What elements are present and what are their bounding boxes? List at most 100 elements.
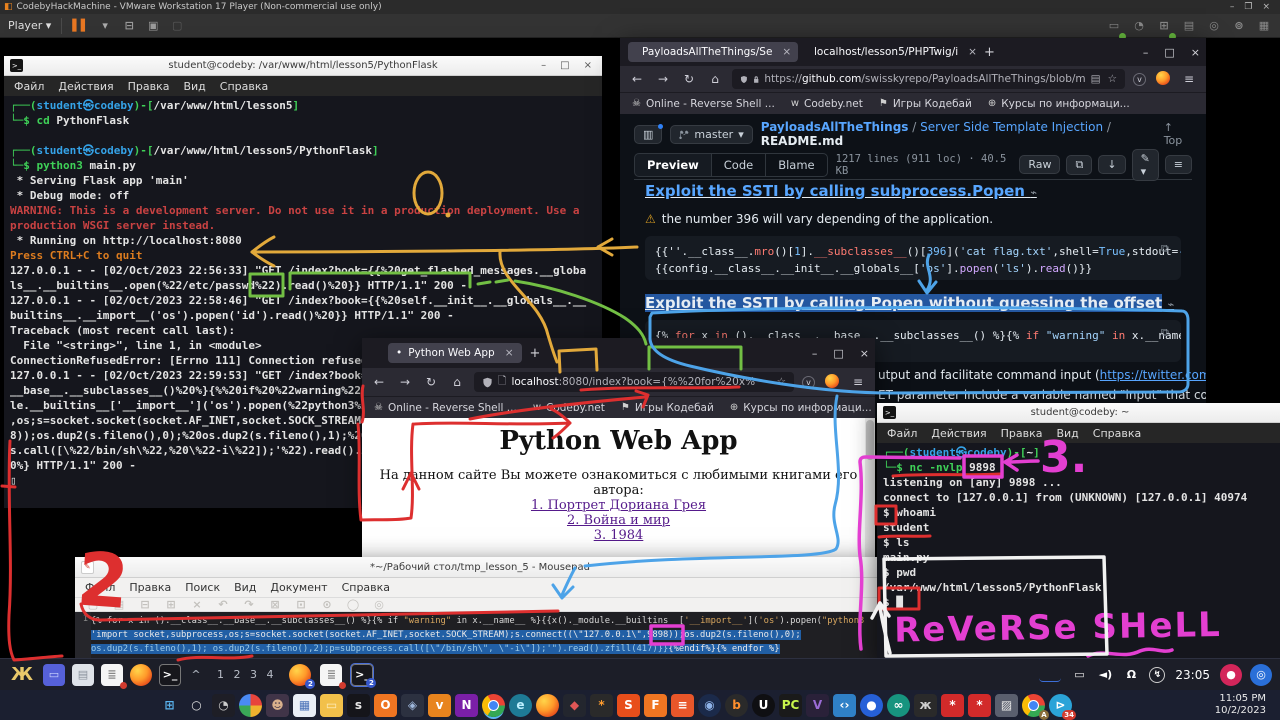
mousepad-text-area[interactable]: 1 {% for x in ().__class__.__base__.__su… — [75, 612, 885, 658]
firefox-launcher-icon[interactable] — [130, 664, 152, 686]
bookmark-courses[interactable]: ⊕Курсы по информаци... — [988, 98, 1130, 110]
display-settings-icon[interactable]: ▭ — [1071, 664, 1087, 686]
task-mousepad[interactable]: ≣ — [320, 664, 342, 686]
volume-icon[interactable]: ◄) — [1097, 664, 1113, 686]
bookmark-online-reverse-shell[interactable]: ☠Online - Reverse Shell ... — [632, 98, 775, 110]
reload-icon[interactable]: ↻ — [422, 375, 440, 389]
tab-blame[interactable]: Blame — [765, 153, 827, 177]
anchor-link-icon[interactable]: ⌁ — [1030, 186, 1037, 199]
copy-code-icon[interactable]: ⧉ — [1161, 326, 1198, 340]
portrait-app-icon[interactable]: ☻ — [266, 694, 289, 717]
menu-item[interactable]: Действия — [931, 427, 986, 440]
chrome-icon[interactable] — [482, 694, 505, 717]
reader-mode-icon[interactable]: ▤ — [1091, 73, 1101, 85]
camera-app-icon[interactable]: ◉ — [698, 694, 721, 717]
close-button[interactable]: × — [1191, 46, 1200, 59]
photos-app-icon[interactable]: ▨ — [995, 694, 1018, 717]
f-app-icon[interactable]: F — [644, 694, 667, 717]
unity-mode-icon[interactable]: ▢ — [169, 15, 185, 37]
tab-preview[interactable]: Preview — [634, 153, 711, 177]
virtualbox-icon[interactable]: ◈ — [401, 694, 424, 717]
notifications-bell-icon[interactable]: Ω — [1123, 664, 1139, 686]
back-to-top-link[interactable]: ↑ Top — [1164, 121, 1192, 147]
book-link-1[interactable]: 1. Портрет Дориана Грея — [531, 498, 706, 513]
dev-tool-app-icon[interactable]: ◆ — [563, 694, 586, 717]
url-bar[interactable]: 🗋 localhost:8080/index?book={%%20for%20x… — [474, 372, 794, 392]
terminal-flask-title-bar[interactable]: >_ student@codeby: /var/www/html/lesson5… — [4, 56, 602, 76]
branch-selector[interactable]: master ▾ — [670, 125, 752, 144]
bookmark-codeby[interactable]: wCodeby.net — [791, 98, 863, 110]
menu-item[interactable]: Файл — [887, 427, 917, 440]
home-icon[interactable]: ⌂ — [706, 72, 724, 86]
vm-settings-device-icon[interactable]: ▦ — [1256, 15, 1272, 37]
breadcrumb-repo[interactable]: PayloadsAllTheThings — [761, 120, 909, 134]
bookmark-star-icon[interactable]: ☆ — [1108, 73, 1117, 85]
send-ctrl-alt-del-icon[interactable]: ⊟ — [121, 15, 137, 37]
edit-pencil-icon[interactable]: ✎ ▾ — [1132, 149, 1159, 181]
sidebar-toggle-icon[interactable]: ▥ — [634, 125, 662, 144]
calendar-app-icon[interactable]: ▦ — [293, 694, 316, 717]
flstudio-icon[interactable]: * — [590, 694, 613, 717]
windows-start-button[interactable]: ⊞ — [158, 694, 181, 717]
new-tab-button[interactable]: + — [530, 346, 541, 361]
twitter-link[interactable]: https://twitter.com/SecGus — [1100, 368, 1206, 382]
menu-hamburger-icon[interactable]: ≡ — [1180, 72, 1198, 86]
bookmark-codeby[interactable]: wCodeby.net — [533, 402, 605, 414]
anchor-link-icon[interactable]: ⌁ — [1167, 298, 1174, 311]
red-gear-app-icon[interactable]: * — [941, 694, 964, 717]
vmware-icon[interactable]: v — [428, 694, 451, 717]
pause-button[interactable]: ▌▌ — [72, 15, 89, 37]
forward-icon[interactable]: → — [654, 72, 672, 86]
unreal-engine-icon[interactable]: U — [752, 694, 775, 717]
onenote-icon[interactable]: N — [455, 694, 478, 717]
fullscreen-icon[interactable]: ▣ — [145, 15, 161, 37]
pycharm-icon[interactable]: PC — [779, 694, 802, 717]
power-manager-icon[interactable]: ↯ — [1149, 667, 1165, 683]
vmware-minimize-button[interactable]: – — [1230, 0, 1235, 14]
task-firefox[interactable]: 2 — [289, 664, 311, 686]
payload-text[interactable]: {% for x in ().__class__.__base__.__subc… — [91, 612, 885, 658]
copy-code-icon[interactable]: ⧉ — [1161, 242, 1198, 256]
menu-item[interactable]: Документ — [270, 581, 327, 594]
vmware-close-button[interactable]: × — [1262, 0, 1270, 14]
tab-localhost-phptwig[interactable]: localhost/lesson5/PHPTwig/i × — [806, 42, 976, 62]
menu-item[interactable]: Файл — [85, 581, 115, 594]
menu-item[interactable]: Поиск — [185, 581, 220, 594]
back-icon[interactable]: ← — [628, 72, 646, 86]
kali-machine-logo[interactable]: Ж — [8, 662, 36, 688]
copy-raw-icon[interactable]: ⧉ — [1066, 155, 1092, 175]
windows-search-icon[interactable]: ○ — [185, 694, 208, 717]
book-link-3[interactable]: 3. 1984 — [594, 528, 644, 543]
menu-item[interactable]: Справка — [1093, 427, 1141, 440]
minimize-button[interactable]: – — [1143, 46, 1149, 59]
cpu-graph-icon[interactable] — [1039, 668, 1061, 682]
bookmark-courses[interactable]: ⊕Курсы по информаци... — [730, 402, 872, 414]
mousepad-title-bar[interactable]: ✎ *~/Рабочий стол/tmp_lesson_5 - Mousepa… — [75, 557, 885, 578]
forward-icon[interactable]: → — [396, 375, 414, 389]
new-tab-button[interactable]: + — [984, 45, 995, 60]
terminal-launcher-icon[interactable]: >_ — [159, 664, 181, 686]
screen-lock-icon[interactable]: ● — [1220, 664, 1242, 686]
breadcrumb-folder[interactable]: Server Side Template Injection — [920, 120, 1103, 134]
page-scrollbar[interactable] — [865, 418, 875, 560]
close-button[interactable]: × — [584, 60, 592, 71]
menu-item[interactable]: Вид — [234, 581, 256, 594]
back-icon[interactable]: ← — [370, 375, 388, 389]
download-icon[interactable]: ↓ — [1098, 155, 1125, 174]
windows-clock[interactable]: 11:05 PM 10/2/2023 — [1215, 693, 1266, 717]
edge-icon[interactable]: e — [509, 694, 532, 717]
vm-clock-device-icon[interactable]: ◔ — [1131, 15, 1147, 37]
vm-sound-device-icon[interactable]: ◎ — [1206, 15, 1222, 37]
telegram-icon[interactable]: ⊳34 — [1049, 694, 1072, 717]
updates-icon[interactable]: ◎ — [1250, 664, 1272, 686]
bookmark-online-reverse-shell[interactable]: ☠Online - Reverse Shell ... — [374, 402, 517, 414]
task-terminal[interactable]: >_2 — [351, 664, 373, 686]
maximize-button[interactable]: □ — [1164, 46, 1174, 59]
gauge-app-icon[interactable]: ◔ — [212, 694, 235, 717]
vmware-maximize-button[interactable]: ❐ — [1244, 0, 1252, 14]
mousepad-window[interactable]: ✎ *~/Рабочий стол/tmp_lesson_5 - Mousepa… — [75, 557, 885, 658]
firefox-account-icon[interactable] — [823, 374, 841, 391]
chevron-up-icon[interactable]: ^ — [188, 664, 204, 686]
menu-item[interactable]: Файл — [14, 80, 44, 93]
bookmark-games-codeby[interactable]: ⚑Игры Кодебай — [621, 402, 714, 414]
